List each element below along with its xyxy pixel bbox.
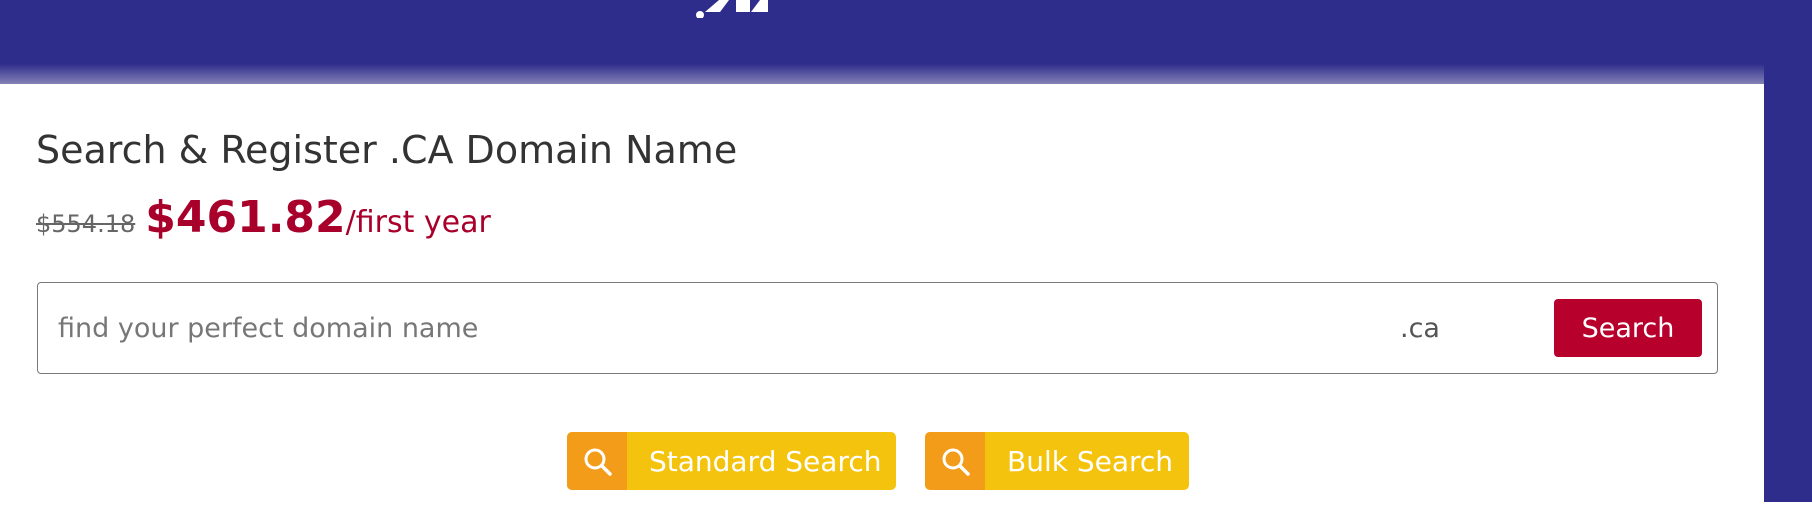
standard-search-label: Standard Search	[649, 444, 882, 478]
domain-search-box: .ca Search	[37, 282, 1718, 374]
price-row: $554.18 $461.82 /first year	[36, 192, 491, 243]
search-icon	[925, 432, 985, 490]
bulk-search-label: Bulk Search	[1007, 444, 1174, 478]
logo-icon	[696, 0, 768, 18]
domain-extension: .ca	[1400, 313, 1440, 344]
search-button[interactable]: Search	[1554, 299, 1702, 357]
price-period: /first year	[345, 205, 491, 240]
domain-search-page: Search & Register .CA Domain Name $554.1…	[0, 0, 1812, 520]
page-title: Search & Register .CA Domain Name	[36, 128, 738, 172]
original-price: $554.18	[36, 210, 136, 238]
sale-price: $461.82	[145, 192, 346, 243]
bulk-search-button[interactable]: Bulk Search	[925, 432, 1189, 490]
domain-search-card: Search & Register .CA Domain Name $554.1…	[0, 84, 1764, 502]
header-shadow	[0, 64, 1764, 86]
search-icon	[567, 432, 627, 490]
right-decorative-band	[1764, 0, 1812, 502]
standard-search-button[interactable]: Standard Search	[567, 432, 896, 490]
domain-search-input[interactable]	[58, 305, 1358, 351]
